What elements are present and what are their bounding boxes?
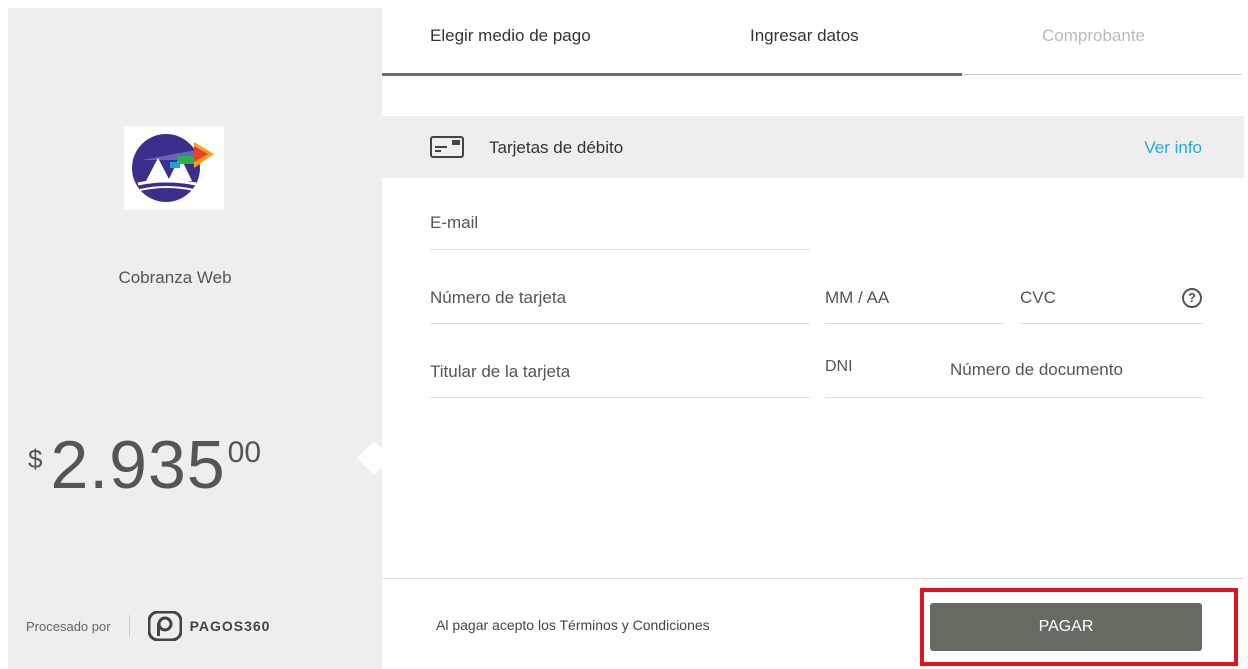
processed-by: Procesado por PAGOS360 [26,611,270,641]
merchant-name: Cobranza Web [118,268,232,287]
card-number-input[interactable] [430,288,810,308]
cvc-field[interactable] [1020,280,1203,324]
amount-decimals: 00 [227,436,262,469]
pagos360-brand: PAGOS360 [189,618,271,634]
currency-symbol: $ [28,444,43,474]
card-type-title: Tarjetas de débito [489,138,624,157]
email-input[interactable] [430,213,810,233]
pagos360-icon [147,611,182,641]
card-type-row: Tarjetas de débito Ver info [382,116,1244,178]
card-holder-input[interactable] [430,362,810,382]
amount-integer: 2.935 [50,427,226,503]
card-number-field[interactable] [430,280,810,324]
view-info-link[interactable]: Ver info [1144,138,1202,158]
cvc-input[interactable] [1020,288,1160,308]
checkout-steps: Elegir medio de pago Ingresar datos Comp… [382,8,1244,78]
merchant-logo [124,126,224,210]
email-field[interactable] [430,205,810,250]
document-type-select[interactable]: DNI [825,358,853,376]
step-enter-data[interactable]: Ingresar datos [750,26,859,46]
card-holder-field[interactable] [430,354,810,398]
divider [128,615,130,637]
step-progress-bar [382,73,962,76]
step-receipt: Comprobante [1042,26,1146,45]
document-field[interactable]: DNI [825,354,1203,398]
expiry-input[interactable] [825,288,1005,308]
document-number-input[interactable] [950,360,1200,380]
processed-by-label: Procesado por [26,618,111,634]
pagos360-logo: PAGOS360 [147,611,271,641]
step-progress-track [962,74,1242,75]
terms-text[interactable]: Al pagar acepto los Términos y Condicion… [436,617,710,633]
expiry-field[interactable] [825,280,1005,324]
step-choose-payment[interactable]: Elegir medio de pago [430,26,591,46]
cvc-help-icon[interactable]: ? [1182,288,1202,308]
total-amount: $2.93500 [28,426,261,504]
credit-card-icon [430,136,464,158]
order-summary-panel: Cobranza Web $2.93500 Procesado por PAGO… [8,8,382,669]
pay-button[interactable]: PAGAR [930,603,1202,651]
